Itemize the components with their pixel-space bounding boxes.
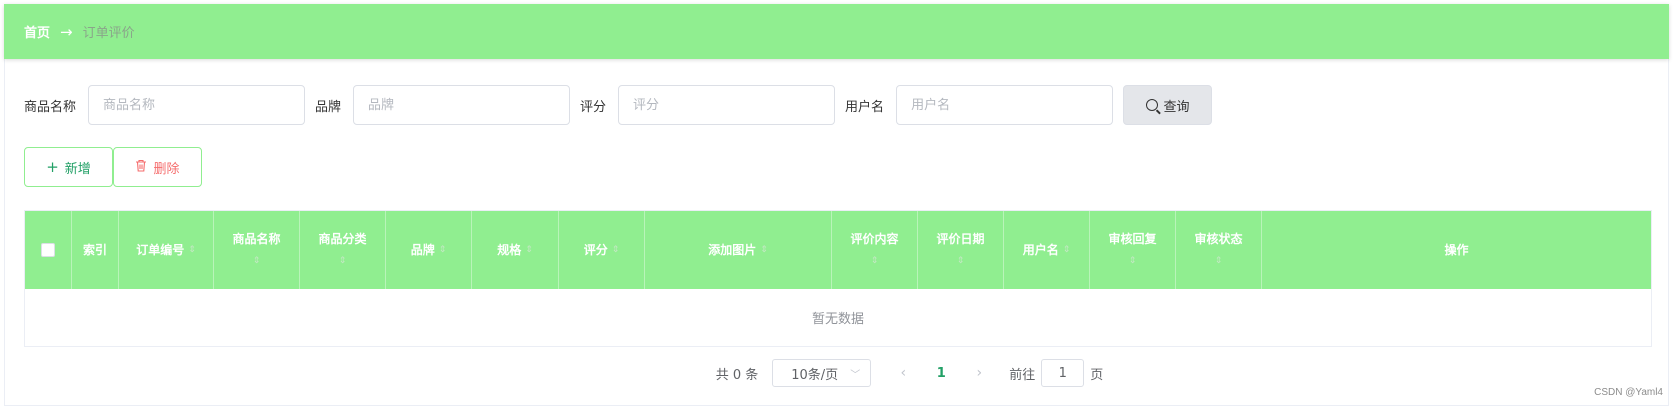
- header-operation: 操作: [1262, 211, 1651, 289]
- sort-icon[interactable]: ⇕: [1215, 250, 1223, 272]
- goto-page-input[interactable]: [1041, 359, 1085, 387]
- header-username[interactable]: 用户名 ⇕: [1004, 211, 1090, 289]
- sort-icon[interactable]: ⇕: [253, 250, 261, 272]
- search-icon: [1145, 99, 1158, 111]
- add-button[interactable]: + 新增: [24, 147, 113, 187]
- breadcrumb-home[interactable]: 首页: [24, 22, 50, 41]
- header-index: 索引: [72, 211, 119, 289]
- pagination: 共 0 条 10条/页 ﹀ ‹ 1 › 前往 页: [0, 359, 1673, 387]
- header-review-reply-label: 审核回复: [1108, 232, 1157, 246]
- header-username-label: 用户名: [1022, 243, 1059, 257]
- header-content-label: 评价内容: [850, 232, 899, 246]
- rating-label: 评分: [580, 99, 607, 115]
- username-label: 用户名: [845, 99, 885, 115]
- watermark: CSDN @Yaml4: [1594, 387, 1663, 398]
- sort-icon[interactable]: ⇕: [188, 239, 196, 261]
- data-table: 索引 订单编号 ⇕ 商品名称 ⇕ 商品分类 ⇕ 品牌 ⇕ 规格 ⇕ 评分 ⇕ 添加图片 ⇕ 评…: [24, 210, 1652, 347]
- plus-icon: +: [46, 158, 59, 176]
- add-button-label: 新增: [64, 161, 91, 177]
- sort-icon[interactable]: ⇕: [339, 250, 347, 272]
- header-rating-label: 评分: [583, 243, 608, 257]
- header-operation-label: 操作: [1444, 243, 1469, 257]
- goto-label: 前往: [1009, 367, 1036, 383]
- header-spec[interactable]: 规格 ⇕: [472, 211, 559, 289]
- header-product-name-label: 商品名称: [232, 232, 281, 246]
- sort-icon[interactable]: ⇕: [1129, 250, 1137, 272]
- page-size-value: 10条/页: [791, 367, 839, 383]
- header-image-label: 添加图片: [708, 243, 757, 257]
- sort-icon[interactable]: ⇕: [439, 239, 447, 261]
- empty-text: 暂无数据: [811, 312, 864, 327]
- product-name-label: 商品名称: [24, 99, 77, 115]
- sort-icon[interactable]: ⇕: [1063, 239, 1071, 261]
- brand-input[interactable]: [353, 85, 571, 125]
- sort-icon[interactable]: ⇕: [760, 239, 768, 261]
- header-select-all: [25, 211, 72, 289]
- sort-icon[interactable]: ⇕: [957, 250, 965, 272]
- product-name-input[interactable]: [88, 85, 306, 125]
- header-index-label: 索引: [82, 243, 107, 257]
- chevron-down-icon: ﹀: [850, 369, 861, 381]
- breadcrumb-current: 订单评价: [82, 26, 135, 41]
- trash-icon: [135, 158, 147, 176]
- page-number-current[interactable]: 1: [917, 366, 965, 381]
- sort-icon[interactable]: ⇕: [612, 239, 620, 261]
- header-date-label: 评价日期: [936, 232, 985, 246]
- prev-page-icon[interactable]: ‹: [889, 365, 917, 381]
- search-form: 商品名称 品牌 评分 用户名 查询: [24, 85, 1213, 125]
- delete-button-label: 删除: [153, 161, 180, 177]
- header-category[interactable]: 商品分类 ⇕: [300, 211, 386, 289]
- sort-icon[interactable]: ⇕: [525, 239, 533, 261]
- query-button-label: 查询: [1163, 99, 1190, 115]
- pagination-total: 共 0 条: [715, 367, 759, 383]
- select-all-checkbox[interactable]: [41, 243, 55, 257]
- rating-input[interactable]: [618, 85, 836, 125]
- header-content[interactable]: 评价内容 ⇕: [832, 211, 918, 289]
- header-order-no[interactable]: 订单编号 ⇕: [119, 211, 214, 289]
- page-size-select[interactable]: 10条/页 ﹀: [772, 359, 872, 387]
- header-category-label: 商品分类: [318, 232, 367, 246]
- header-review-status[interactable]: 审核状态 ⇕: [1176, 211, 1262, 289]
- header-rating[interactable]: 评分 ⇕: [559, 211, 645, 289]
- breadcrumb-separator-icon: →: [60, 22, 73, 41]
- header-review-status-label: 审核状态: [1194, 232, 1243, 246]
- query-button[interactable]: 查询: [1123, 85, 1213, 125]
- breadcrumb: 首页 → 订单评价: [4, 4, 1669, 59]
- next-page-icon[interactable]: ›: [965, 365, 993, 381]
- header-order-no-label: 订单编号: [136, 243, 185, 257]
- header-image[interactable]: 添加图片 ⇕: [645, 211, 832, 289]
- table-body: 暂无数据: [25, 289, 1651, 346]
- page-suffix: 页: [1090, 367, 1104, 383]
- header-brand[interactable]: 品牌 ⇕: [386, 211, 472, 289]
- header-product-name[interactable]: 商品名称 ⇕: [214, 211, 300, 289]
- header-brand-label: 品牌: [410, 243, 435, 257]
- brand-label: 品牌: [315, 99, 342, 115]
- username-input[interactable]: [896, 85, 1114, 125]
- header-review-reply[interactable]: 审核回复 ⇕: [1090, 211, 1176, 289]
- action-toolbar: + 新增 删除: [24, 147, 202, 187]
- delete-button[interactable]: 删除: [113, 147, 202, 187]
- sort-icon[interactable]: ⇕: [871, 250, 879, 272]
- header-spec-label: 规格: [497, 243, 522, 257]
- header-date[interactable]: 评价日期 ⇕: [918, 211, 1004, 289]
- table-header: 索引 订单编号 ⇕ 商品名称 ⇕ 商品分类 ⇕ 品牌 ⇕ 规格 ⇕ 评分 ⇕ 添加图片 ⇕ 评…: [25, 211, 1651, 289]
